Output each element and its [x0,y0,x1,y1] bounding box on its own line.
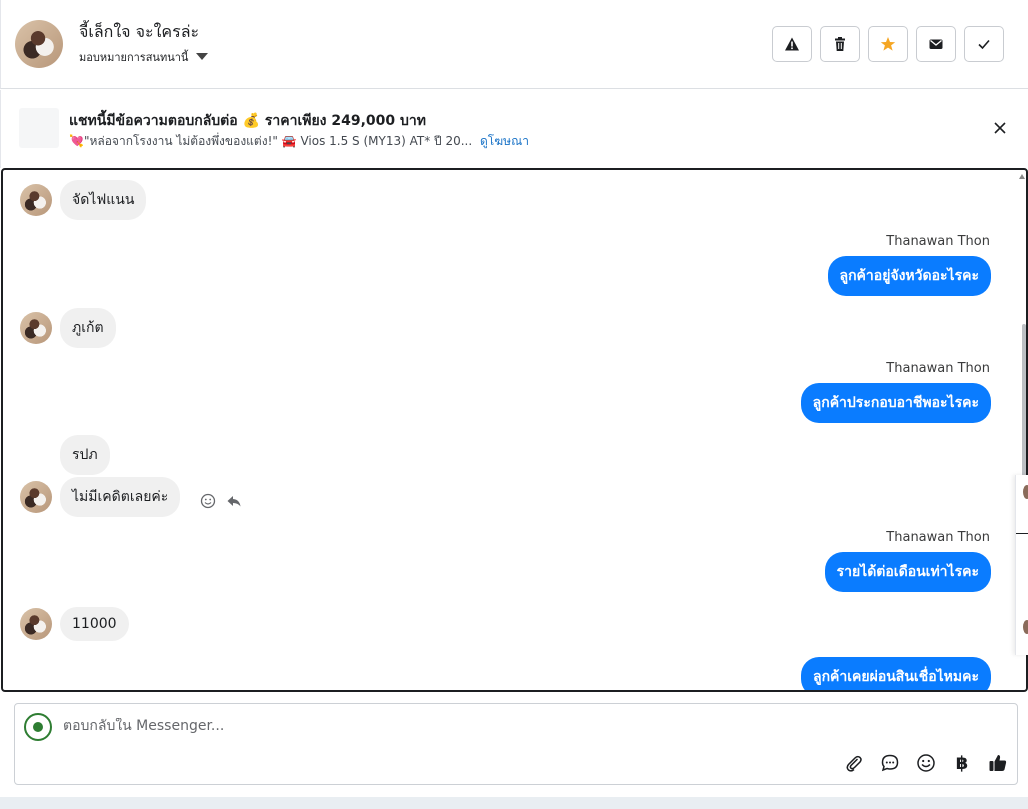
like-button[interactable] [987,752,1009,774]
paperclip-icon [846,755,862,772]
emoji-icon [917,754,935,772]
message-bubble[interactable]: ไม่มีเคดิตเลยค่ะ [60,477,181,517]
sender-name: Thanawan Thon [886,234,990,249]
sender-name: Thanawan Thon [886,530,990,545]
footer-strip [0,797,1028,809]
reply-input[interactable] [63,718,763,734]
contact-avatar-small [20,608,52,640]
messenger-inbox: จี้เล็กใจ จะใครล่ะ มอบหมายการสนทนานี้ แช… [0,0,1028,809]
ad-description: 💘"หล่อจากโรงงาน ไม่ต้องพึ่งของแต่ง!" 🚘 V… [69,134,473,148]
message-hover-tools [200,493,242,509]
message-incoming: ภูเก้ต [20,308,116,348]
message-incoming: จัดไฟแนน [20,180,147,220]
close-icon[interactable] [992,120,1008,136]
delete-button[interactable] [820,26,860,62]
ad-context-banner: แชทนี้มีข้อความตอบกลับต่อ 💰 ราคาเพียง 24… [0,90,1028,168]
header-actions [772,26,1004,62]
message-bubble-outgoing[interactable]: ลูกค้าเคยผ่อนสินเชื่อไหมคะ [800,657,991,690]
contact-avatar-small [20,312,52,344]
contact-avatar-small [20,184,52,216]
ad-thumbnail[interactable] [19,108,59,148]
contact-avatar[interactable] [15,20,63,68]
message-bubble-outgoing[interactable]: ลูกค้าประกอบอาชีพอะไรคะ [800,383,991,423]
contact-name[interactable]: จี้เล็กใจ จะใครล่ะ [79,20,199,45]
message-incoming: ไม่มีเคดิตเลยค่ะ [20,477,181,517]
message-bubble-outgoing[interactable]: รายได้ต่อเดือนเท่าไรคะ [824,552,991,592]
warning-icon [785,37,799,51]
message-bubble-outgoing[interactable]: ลูกค้าอยู่จังหวัดอะไรคะ [827,256,991,296]
trash-icon [835,37,845,51]
composer-toolbar: ฿ [843,752,1009,774]
message-bubble[interactable]: 11000 [60,607,129,641]
message-bubble[interactable]: จัดไฟแนน [60,180,147,220]
scroll-up-arrow-icon[interactable] [1019,174,1025,179]
avatar [1023,620,1028,634]
message-thread[interactable]: จัดไฟแนน Thanawan Thon ลูกค้าอยู่จังหวัด… [1,168,1028,692]
message-composer: ฿ [14,703,1018,785]
conversation-header: จี้เล็กใจ จะใครล่ะ มอบหมายการสนทนานี้ [0,0,1028,89]
contact-avatar-small [20,481,52,513]
caret-down-icon [196,52,209,60]
mail-icon [929,39,943,49]
mark-unread-button[interactable] [916,26,956,62]
thumbs-up-icon [989,755,1007,771]
message-incoming: รปภ [60,435,110,475]
react-emoji-icon[interactable] [200,493,216,509]
divider [1016,533,1028,534]
message-bubble[interactable]: ภูเก้ต [60,308,116,348]
ad-subtitle: 💘"หล่อจากโรงงาน ไม่ต้องพึ่งของแต่ง!" 🚘 V… [69,132,529,151]
report-button[interactable] [772,26,812,62]
ad-title: แชทนี้มีข้อความตอบกลับต่อ 💰 ราคาเพียง 24… [69,113,427,129]
side-panel-peek[interactable] [1015,475,1028,655]
assign-conversation-dropdown[interactable]: มอบหมายการสนทนานี้ [79,48,209,66]
star-icon [880,37,896,51]
mark-done-button[interactable] [964,26,1004,62]
avatar [1023,485,1028,499]
page-avatar [24,713,52,741]
check-icon [978,39,990,50]
message-bubble[interactable]: รปภ [60,435,110,475]
payment-button[interactable]: ฿ [951,752,973,774]
emoji-button[interactable] [915,752,937,774]
attach-button[interactable] [843,752,865,774]
message-incoming: 11000 [20,607,129,641]
assign-label: มอบหมายการสนทนานี้ [79,51,189,64]
saved-replies-button[interactable] [879,752,901,774]
reply-icon[interactable] [226,493,242,509]
sender-name: Thanawan Thon [886,361,990,376]
view-ad-link[interactable]: ดูโฆษณา [480,134,529,148]
chat-bubble-icon [881,754,899,772]
star-button[interactable] [868,26,908,62]
